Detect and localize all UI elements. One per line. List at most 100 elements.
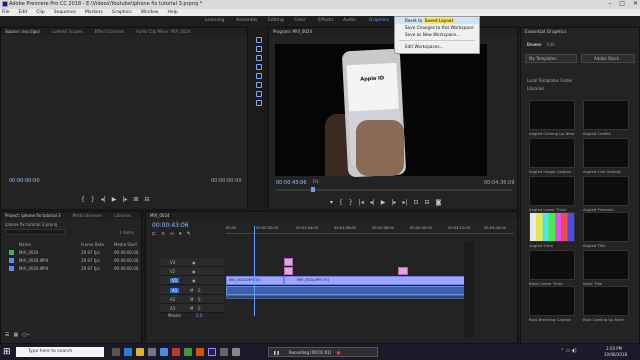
menu-item-reset-layout[interactable]: Reset to Saved Layout	[395, 17, 479, 24]
workspace-assembly[interactable]: Assembly	[236, 18, 258, 23]
selection-tool-icon[interactable]	[256, 37, 262, 43]
tab-timeline-sequence[interactable]: MVI_0024	[150, 213, 170, 218]
table-row[interactable]: MVI_0024.MP4 29.97 fps 00:00:00:00	[1, 257, 141, 265]
workspace-color[interactable]: Color	[294, 18, 306, 23]
mail-icon[interactable]	[160, 348, 168, 356]
store-icon[interactable]	[148, 348, 156, 356]
mark-out-icon[interactable]: }	[91, 196, 95, 203]
mute-icon[interactable]: M	[190, 297, 193, 302]
hand-tool-icon[interactable]	[256, 91, 262, 97]
insert-icon[interactable]: ⊞	[133, 196, 138, 203]
solo-icon[interactable]: S	[198, 288, 201, 293]
graphic-clip[interactable]	[398, 267, 408, 275]
step-back-icon[interactable]: ◂|	[101, 196, 106, 203]
templates-dropdown[interactable]: My Templates	[525, 54, 577, 63]
track-select-tool-icon[interactable]	[256, 46, 262, 52]
windows-start-icon[interactable]: ⊞	[3, 347, 11, 357]
stop-icon[interactable]: ■	[337, 350, 341, 355]
mark-in-icon[interactable]: {	[339, 199, 343, 206]
mark-out-icon[interactable]: }	[349, 199, 353, 206]
tab-project[interactable]: Project: iphone fix tutorial 3	[5, 213, 61, 218]
timeline-timecode[interactable]: 00:00:43:06	[152, 222, 189, 229]
razor-tool-icon[interactable]	[256, 64, 262, 70]
slip-tool-icon[interactable]	[256, 73, 262, 79]
mute-icon[interactable]: M	[190, 306, 193, 311]
settings-wrench-icon[interactable]: ✎	[187, 231, 191, 237]
tab-libraries[interactable]: Libraries	[114, 213, 131, 218]
pen-tool-icon[interactable]	[256, 82, 262, 88]
template-thumbnail[interactable]	[529, 100, 575, 130]
file-explorer-icon[interactable]	[136, 348, 144, 356]
snap-icon[interactable]: ∩	[161, 231, 165, 237]
mute-icon[interactable]: M	[190, 288, 193, 293]
audio-clip[interactable]	[226, 295, 474, 299]
mark-in-icon[interactable]: {	[81, 196, 85, 203]
local-templates-checkbox[interactable]: Local Templates Folder	[527, 78, 573, 83]
template-thumbnail[interactable]	[529, 286, 575, 316]
source-timecode[interactable]: 00:00:00:00	[9, 178, 40, 184]
edge-icon[interactable]	[124, 348, 132, 356]
track-header-v1[interactable]: V1 ◉	[160, 276, 224, 285]
extract-icon[interactable]: ⊟	[425, 199, 430, 206]
lift-icon[interactable]: ⊡	[413, 199, 418, 206]
app-icon[interactable]	[232, 348, 240, 356]
maximize-button[interactable]: □	[619, 0, 625, 7]
menu-item-save-new[interactable]: Save as New Workspace...	[395, 31, 479, 38]
menu-item-edit-workspaces[interactable]: Edit Workspaces...	[395, 43, 479, 50]
tab-edit[interactable]: Edit	[547, 42, 555, 47]
taskbar-search-input[interactable]: Type here to search	[16, 347, 104, 357]
tab-browse[interactable]: Browse	[527, 42, 542, 47]
workspace-learning[interactable]: Learning	[205, 18, 225, 23]
menu-file[interactable]: File	[2, 10, 10, 15]
add-marker-icon[interactable]: ▾	[330, 199, 333, 206]
menu-item-save-changes[interactable]: Save Changes to this Workspace	[395, 24, 479, 31]
track-header-a1[interactable]: A1 M S	[160, 286, 224, 295]
menu-clip[interactable]: Clip	[36, 10, 45, 15]
eye-icon[interactable]: ◉	[192, 278, 196, 283]
tab-effect-controls[interactable]: Effect Controls	[95, 29, 124, 34]
adobe-stock-button[interactable]: Adobe Stock	[581, 54, 635, 63]
timeline-playhead[interactable]	[254, 226, 255, 316]
tab-program[interactable]: Program: MVI_0024	[273, 29, 312, 34]
app-icon[interactable]	[196, 348, 204, 356]
template-thumbnail[interactable]	[529, 176, 575, 206]
list-view-icon[interactable]: ☰	[5, 332, 9, 338]
linked-selection-icon[interactable]: ∞	[170, 231, 174, 237]
timeline-ruler[interactable]: 00:00 00:00:32:00 00:01:04:00 00:01:36:0…	[226, 226, 514, 234]
tab-audio-clip-mixer[interactable]: Audio Clip Mixer: MVI_0024	[136, 29, 190, 34]
workspace-effects[interactable]: Effects	[318, 18, 333, 23]
play-icon[interactable]: ▶	[112, 196, 117, 203]
fit-dropdown[interactable]: Fit	[313, 180, 318, 185]
clock-time[interactable]: 3:50 PM	[606, 346, 622, 351]
type-tool-icon[interactable]	[256, 100, 262, 106]
table-row[interactable]: MVI_0024 29.97 fps 00:00:00:00	[1, 249, 141, 257]
libraries-checkbox[interactable]: Libraries	[527, 86, 544, 91]
track-header-a3[interactable]: A3 M S	[160, 304, 224, 313]
video-clip[interactable]: MVI_0024.MP4 [V]	[284, 276, 474, 285]
menu-markers[interactable]: Markers	[85, 10, 103, 15]
go-to-in-icon[interactable]: |◂	[359, 199, 364, 206]
zoom-slider[interactable]: ○─	[22, 332, 29, 338]
template-thumbnail[interactable]	[583, 176, 629, 206]
template-thumbnail[interactable]	[583, 250, 629, 280]
solo-icon[interactable]: S	[198, 297, 201, 302]
column-frame-rate[interactable]: Frame Rate	[81, 242, 104, 247]
template-thumbnail[interactable]	[583, 138, 629, 168]
premiere-taskbar-icon[interactable]	[208, 348, 216, 356]
pause-icon[interactable]: ❚❚	[273, 350, 280, 355]
close-button[interactable]: ✕	[633, 0, 638, 7]
add-marker-icon[interactable]: ▾	[179, 231, 182, 237]
icon-view-icon[interactable]: ▦	[13, 332, 18, 338]
ripple-edit-tool-icon[interactable]	[256, 55, 262, 61]
minimize-button[interactable]: –	[608, 0, 611, 7]
template-thumbnail[interactable]	[529, 250, 575, 280]
play-icon[interactable]: ▶	[381, 199, 386, 206]
column-name[interactable]: Name	[19, 242, 31, 247]
go-to-out-icon[interactable]: ▸|	[402, 199, 407, 206]
clock-date[interactable]: 10/06/2018	[604, 352, 627, 357]
table-row[interactable]: MVI_0020.MP4 29.97 fps 00:00:00:00	[1, 265, 141, 273]
tab-media-browser[interactable]: Media Browser	[73, 213, 103, 218]
eye-icon[interactable]: ◉	[192, 260, 196, 265]
solo-icon[interactable]: S	[198, 306, 201, 311]
system-tray-icons[interactable]: ⌃ ▭ ◖)	[560, 348, 577, 354]
